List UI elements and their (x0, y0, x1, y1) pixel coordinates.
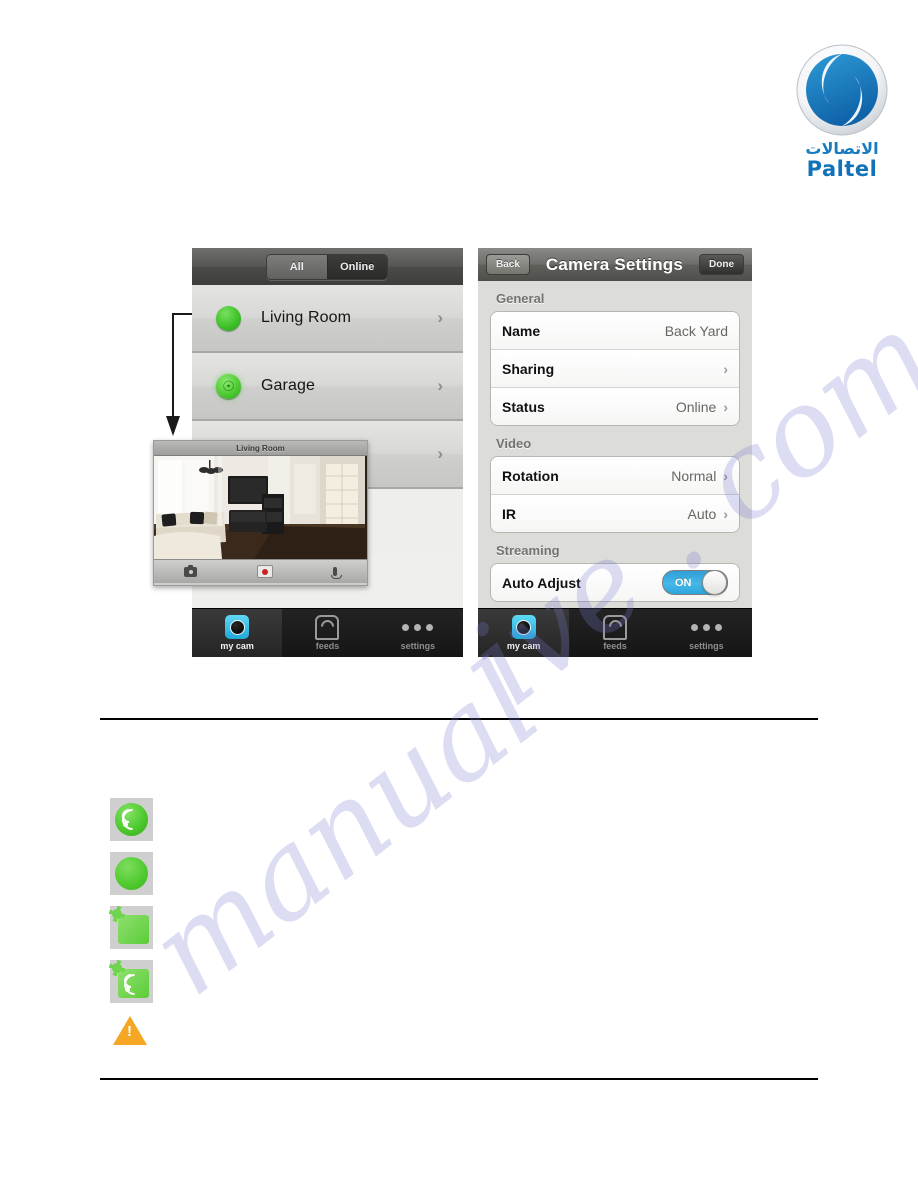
video-preview-window[interactable]: Living Room (153, 440, 368, 586)
three-dots-icon (690, 615, 722, 639)
list-item[interactable]: Living Room › (192, 285, 463, 353)
row-auto-adjust[interactable]: Auto Adjust ON (491, 564, 739, 601)
row-label: IR (502, 505, 516, 522)
three-dots-icon (402, 615, 434, 639)
section-video: Rotation Normal › IR Auto › (490, 456, 740, 533)
row-sharing[interactable]: Sharing › (491, 350, 739, 388)
video-title: Living Room (236, 443, 285, 453)
row-status[interactable]: Status Online › (491, 388, 739, 425)
tab-bar: my cam feeds settings (192, 608, 463, 657)
record-icon[interactable] (257, 565, 273, 578)
camera-name: Garage (261, 377, 315, 394)
tab-feeds[interactable]: feeds (282, 609, 372, 657)
section-header-general: General (496, 291, 545, 306)
chevron-right-icon: › (437, 444, 443, 463)
paltel-wordmark: الاتصالات Paltel (786, 139, 898, 181)
paltel-arabic-name: الاتصالات (805, 139, 879, 158)
tab-settings[interactable]: settings (661, 609, 752, 657)
tab-my-cam[interactable]: my cam (478, 609, 570, 657)
tab-label: feeds (315, 641, 340, 651)
row-value: Online (675, 398, 717, 415)
green-lock-dot-icon: ☉ (216, 373, 241, 399)
tab-label: settings (400, 641, 436, 651)
chevron-right-icon: › (437, 376, 443, 395)
section-header-streaming: Streaming (496, 543, 560, 558)
toggle-state-label: ON (675, 576, 692, 589)
settings-list: General Name Back Yard Sharing › Status … (478, 281, 752, 615)
camera-name: Living Room (261, 309, 352, 326)
chevron-right-icon: › (723, 505, 728, 522)
toggle-knob[interactable] (702, 570, 727, 595)
chevron-right-icon: › (723, 360, 728, 377)
row-label: Auto Adjust (502, 574, 581, 591)
row-label: Rotation (502, 467, 559, 484)
camera-lens-icon (511, 615, 536, 639)
tab-feeds[interactable]: feeds (569, 609, 660, 657)
chevron-right-icon: › (723, 467, 728, 484)
row-value: Normal (671, 467, 717, 484)
green-circle-icon (110, 852, 153, 895)
tab-bar: my cam feeds settings (478, 608, 752, 657)
row-name[interactable]: Name Back Yard (491, 312, 739, 350)
green-square-sun-wifi-icon (109, 959, 153, 1003)
snapshot-icon[interactable] (184, 564, 197, 577)
tab-my-cam[interactable]: my cam (192, 609, 283, 657)
list-header-bar: All Online (192, 248, 463, 286)
green-status-dot-icon (216, 305, 241, 331)
row-label: Status (502, 398, 545, 415)
down-arrow-annotation (166, 313, 192, 436)
video-scene-image (154, 456, 367, 559)
section-general: Name Back Yard Sharing › Status Online › (490, 311, 740, 426)
horizontal-divider-bottom (100, 1078, 818, 1080)
living-room-scene (154, 456, 365, 559)
paltel-logo: الاتصالات Paltel (786, 44, 898, 180)
paltel-swirl-logo-icon (796, 44, 888, 136)
list-item[interactable]: ☉ Garage › (192, 353, 463, 421)
page-title: Camera Settings (545, 254, 684, 274)
tab-label: my cam (506, 641, 541, 651)
segment-all[interactable]: All (267, 255, 327, 279)
orange-warning-triangle-icon (112, 1012, 148, 1048)
feeds-wifi-icon (602, 614, 627, 640)
auto-adjust-toggle[interactable]: ON (662, 570, 728, 595)
tab-label: my cam (220, 641, 254, 651)
chevron-right-icon: › (723, 398, 728, 415)
lock-glyph: ☉ (222, 378, 235, 394)
segment-online[interactable]: Online (326, 255, 387, 279)
row-rotation[interactable]: Rotation Normal › (491, 457, 739, 495)
camera-lens-icon (225, 615, 250, 639)
tab-label: feeds (603, 641, 627, 651)
row-value: Auto (687, 505, 717, 522)
phone-screenshot-camera-settings: Back Camera Settings Done General Name B… (478, 248, 752, 657)
row-label: Sharing (502, 360, 555, 377)
paltel-latin-name: Paltel (806, 157, 878, 181)
tab-settings[interactable]: settings (373, 609, 463, 657)
watermark-text: manual (124, 636, 565, 1023)
feeds-wifi-icon (315, 614, 340, 640)
tab-label: settings (689, 641, 724, 651)
green-circle-wifi-icon (110, 798, 153, 841)
chevron-right-icon: › (437, 308, 443, 327)
video-controls-bar (154, 559, 367, 583)
horizontal-divider-top (100, 718, 818, 720)
done-button[interactable]: Done (699, 254, 744, 275)
back-button[interactable]: Back (486, 254, 530, 275)
section-streaming: Auto Adjust ON (490, 563, 740, 602)
row-ir[interactable]: IR Auto › (491, 495, 739, 532)
row-label: Name (502, 322, 541, 339)
navigation-bar: Back Camera Settings Done (478, 248, 752, 282)
video-title-bar: Living Room (154, 441, 367, 456)
row-value: Back Yard (664, 322, 728, 339)
microphone-icon[interactable] (330, 567, 342, 579)
filter-segmented-control[interactable]: All Online (266, 254, 388, 280)
section-header-video: Video (496, 436, 532, 451)
green-square-sun-icon (109, 905, 153, 949)
